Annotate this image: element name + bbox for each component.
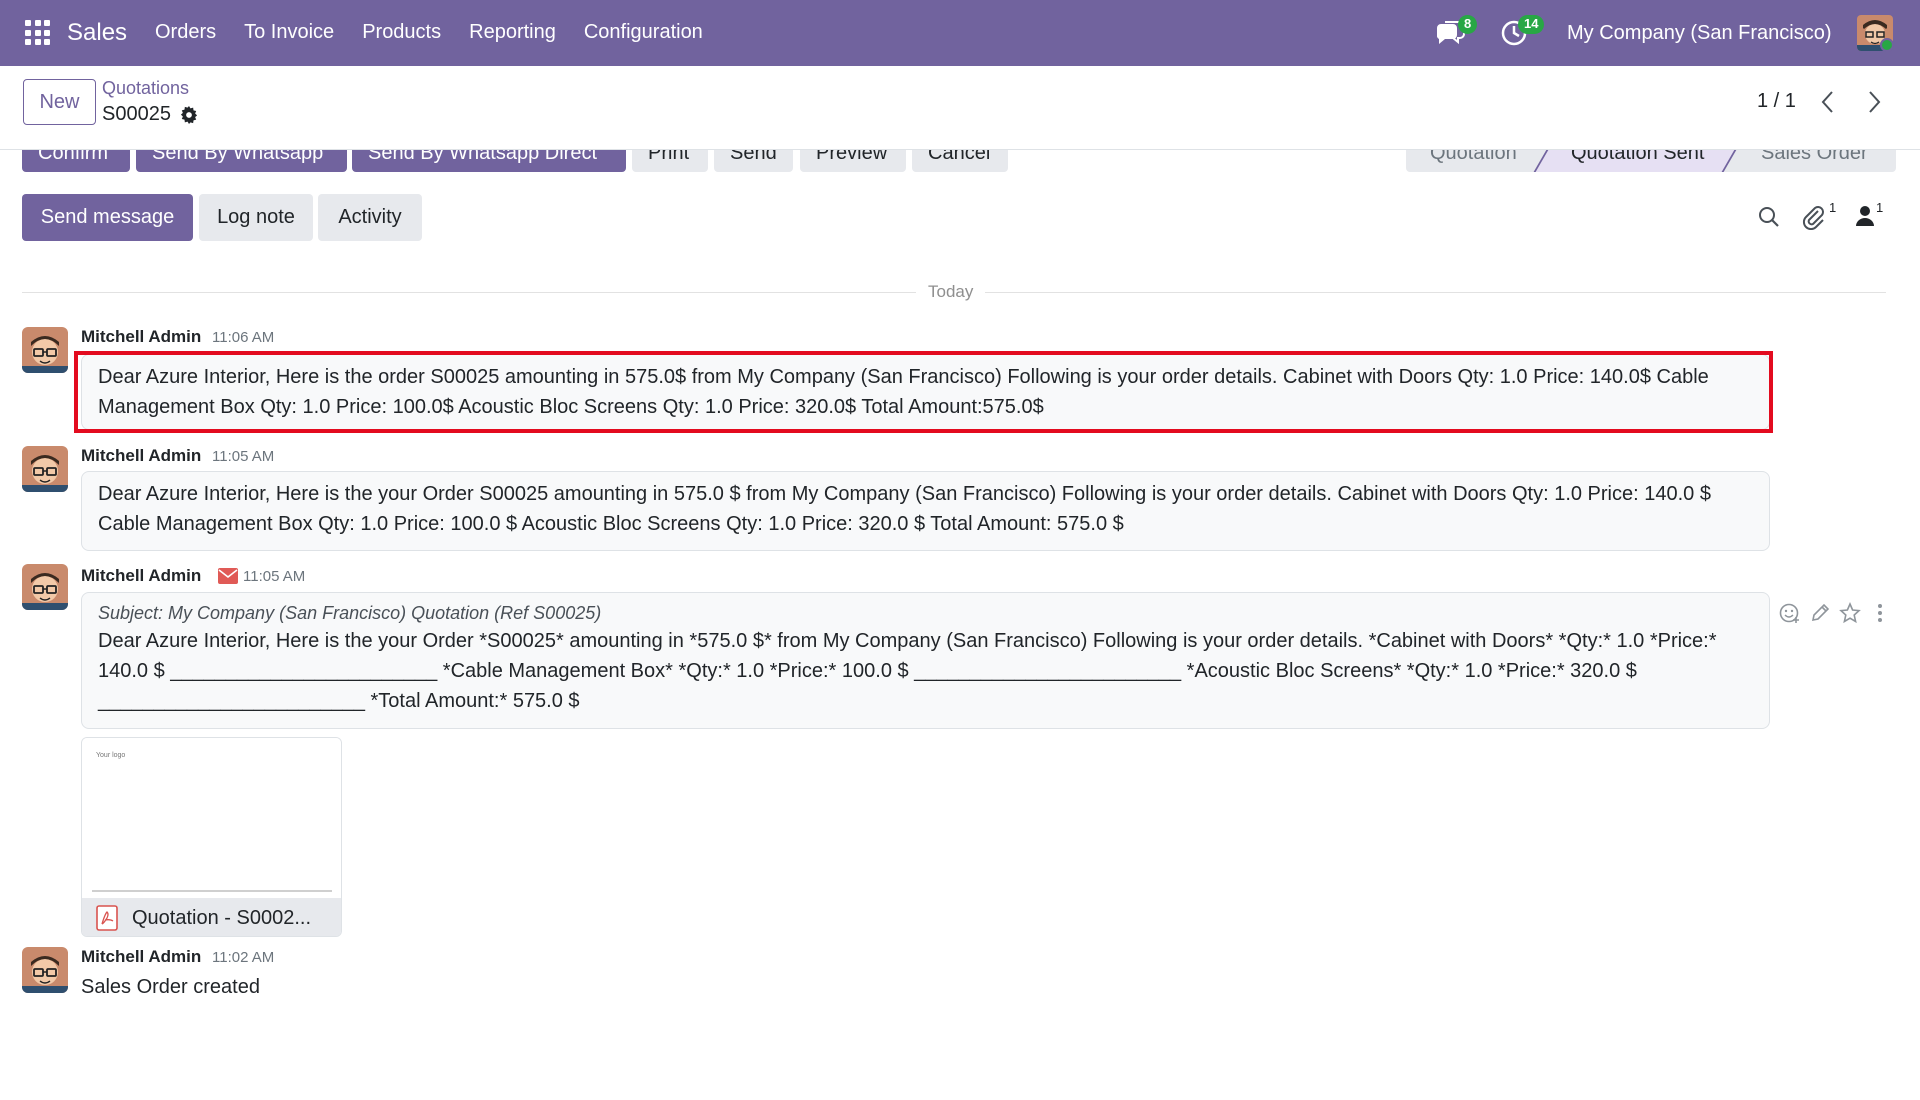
top-navbar: Sales Orders To Invoice Products Reporti… (0, 0, 1920, 66)
message-time: 11:06 AM (212, 329, 275, 346)
menu-products[interactable]: Products (362, 21, 441, 44)
message-body-container: Subject: My Company (San Francisco) Quot… (81, 592, 1770, 729)
followers-icon[interactable] (1855, 205, 1875, 227)
confirm-button[interactable]: Confirm (22, 150, 130, 172)
stage-quotation-sent[interactable]: Quotation Sent (1571, 150, 1704, 165)
menu-to-invoice[interactable]: To Invoice (244, 21, 334, 44)
new-button[interactable]: New (23, 79, 96, 125)
message-author[interactable]: Mitchell Admin (81, 327, 201, 347)
log-note-button[interactable]: Log note (199, 194, 313, 241)
paperclip-icon[interactable] (1801, 204, 1827, 230)
more-options-icon[interactable] (1869, 602, 1891, 624)
message-time: 11:05 AM (212, 448, 275, 465)
preview-logo-text: Your logo (96, 752, 126, 759)
message-time: 11:02 AM (212, 949, 275, 966)
star-icon[interactable] (1839, 602, 1861, 624)
followers-count: 1 (1876, 200, 1884, 215)
preview-button[interactable]: Preview (800, 150, 906, 172)
send-by-whatsapp-direct-button[interactable]: Send By Whatsapp Direct (352, 150, 626, 172)
message-author[interactable]: Mitchell Admin (81, 446, 201, 466)
company-switcher[interactable]: My Company (San Francisco) (1567, 22, 1832, 45)
messages-count-badge: 8 (1458, 15, 1478, 34)
attachment-footer: Quotation - S0002... (82, 898, 341, 936)
control-panel: New Quotations S00025 1 / 1 (0, 66, 1920, 150)
activities-count-badge: 14 (1518, 15, 1545, 34)
author-avatar[interactable] (22, 446, 68, 492)
edit-pencil-icon[interactable] (1809, 602, 1831, 624)
main-menu: Orders To Invoice Products Reporting Con… (155, 21, 731, 44)
menu-orders[interactable]: Orders (155, 21, 216, 44)
activity-button[interactable]: Activity (318, 194, 422, 241)
message-author[interactable]: Mitchell Admin (81, 947, 201, 967)
app-grid-icon[interactable] (25, 20, 50, 45)
stage-quotation[interactable]: Quotation (1430, 150, 1517, 165)
app-name[interactable]: Sales (67, 19, 127, 47)
record-name: S00025 (102, 103, 171, 125)
attachment-card[interactable]: Your logo Quotation - S0002... (81, 737, 342, 937)
pager-value[interactable]: 1 / 1 (1757, 90, 1796, 113)
message-actions (1779, 602, 1891, 624)
author-avatar[interactable] (22, 564, 68, 610)
message-body: Dear Azure Interior, Here is the your Or… (98, 630, 1717, 712)
stage-statusbar: Quotation Quotation Sent Sales Order (1406, 150, 1896, 172)
chevron-right-icon[interactable] (1863, 89, 1885, 115)
preview-divider (92, 890, 332, 892)
chevron-left-icon[interactable] (1817, 89, 1839, 115)
send-by-whatsapp-button[interactable]: Send By Whatsapp (136, 150, 347, 172)
pdf-file-icon (96, 905, 118, 931)
envelope-icon (218, 568, 238, 584)
menu-configuration[interactable]: Configuration (584, 21, 703, 44)
gear-icon[interactable] (180, 105, 198, 124)
online-status-indicator (1880, 38, 1894, 52)
message-author[interactable]: Mitchell Admin (81, 566, 201, 586)
breadcrumb-current: S00025 (102, 103, 198, 126)
stage-sales-order[interactable]: Sales Order (1761, 150, 1868, 165)
send-message-button[interactable]: Send message (22, 194, 193, 241)
date-separator-label: Today (916, 282, 986, 302)
message-time: 11:05 AM (243, 568, 306, 585)
menu-reporting[interactable]: Reporting (469, 21, 556, 44)
chatter-topbar: Send message Log note Activity 1 1 (0, 172, 1920, 252)
statusbar-row: Confirm Send By Whatsapp Send By Whatsap… (0, 150, 1920, 172)
search-icon[interactable] (1758, 206, 1780, 228)
message-body: Dear Azure Interior, Here is the your Or… (81, 471, 1770, 551)
send-button[interactable]: Send (714, 150, 793, 172)
message-subject: Subject: My Company (San Francisco) Quot… (98, 603, 602, 623)
attachments-count: 1 (1829, 200, 1837, 215)
message-body: Dear Azure Interior, Here is the order S… (81, 354, 1770, 430)
attachment-name: Quotation - S0002... (132, 906, 312, 929)
author-avatar[interactable] (22, 947, 68, 993)
cancel-button[interactable]: Cancel (912, 150, 1008, 172)
print-button[interactable]: Print (632, 150, 708, 172)
attachment-preview: Your logo (82, 738, 341, 898)
add-reaction-icon[interactable] (1779, 602, 1801, 624)
author-avatar[interactable] (22, 327, 68, 373)
breadcrumb-quotations[interactable]: Quotations (102, 78, 189, 99)
message-body: Sales Order created (81, 976, 260, 998)
